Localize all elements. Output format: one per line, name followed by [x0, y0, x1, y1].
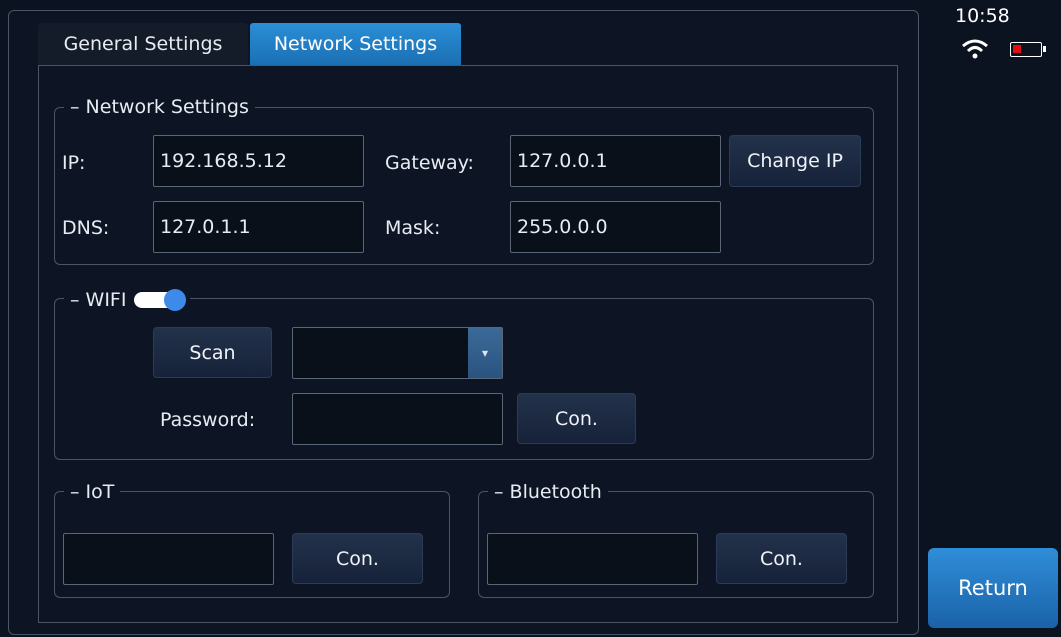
- tab-general-settings[interactable]: General Settings: [38, 23, 248, 65]
- change-ip-button[interactable]: Change IP: [729, 135, 861, 187]
- bluetooth-legend: – Bluetooth: [488, 481, 608, 503]
- network-settings-legend: – Network Settings: [64, 96, 255, 118]
- password-label: Password:: [160, 409, 256, 431]
- iot-legend: – IoT: [64, 481, 121, 503]
- wifi-connect-button[interactable]: Con.: [517, 393, 636, 444]
- iot-title: IoT: [85, 481, 115, 503]
- wifi-network-select[interactable]: ▾: [292, 327, 503, 379]
- wifi-title: WIFI: [85, 289, 127, 311]
- iot-connect-button[interactable]: Con.: [292, 533, 423, 584]
- toggle-knob: [164, 289, 187, 311]
- wifi-icon: [962, 39, 988, 59]
- gateway-label: Gateway:: [385, 152, 474, 174]
- wifi-toggle[interactable]: [134, 289, 187, 311]
- bluetooth-title: Bluetooth: [509, 481, 602, 503]
- iot-field[interactable]: [63, 533, 274, 585]
- tab-network-settings[interactable]: Network Settings: [250, 23, 461, 65]
- wifi-legend: – WIFI: [64, 289, 191, 311]
- ip-label: IP:: [62, 152, 86, 174]
- bluetooth-field[interactable]: [487, 533, 698, 585]
- gateway-field[interactable]: 127.0.0.1: [510, 135, 721, 187]
- battery-terminal: [1043, 46, 1046, 52]
- bluetooth-connect-button[interactable]: Con.: [716, 533, 847, 584]
- chevron-down-icon[interactable]: ▾: [468, 328, 502, 378]
- clock: 10:58: [955, 5, 1010, 27]
- password-field[interactable]: [292, 393, 503, 445]
- battery-level: [1013, 45, 1021, 53]
- return-button[interactable]: Return: [928, 548, 1058, 628]
- ip-field[interactable]: 192.168.5.12: [153, 135, 364, 187]
- mask-field[interactable]: 255.0.0.0: [510, 201, 721, 253]
- dns-label: DNS:: [62, 217, 110, 239]
- network-settings-title: Network Settings: [85, 96, 249, 118]
- scan-button[interactable]: Scan: [153, 327, 272, 378]
- dns-field[interactable]: 127.0.1.1: [153, 201, 364, 253]
- mask-label: Mask:: [385, 217, 441, 239]
- battery-icon: [1010, 42, 1046, 57]
